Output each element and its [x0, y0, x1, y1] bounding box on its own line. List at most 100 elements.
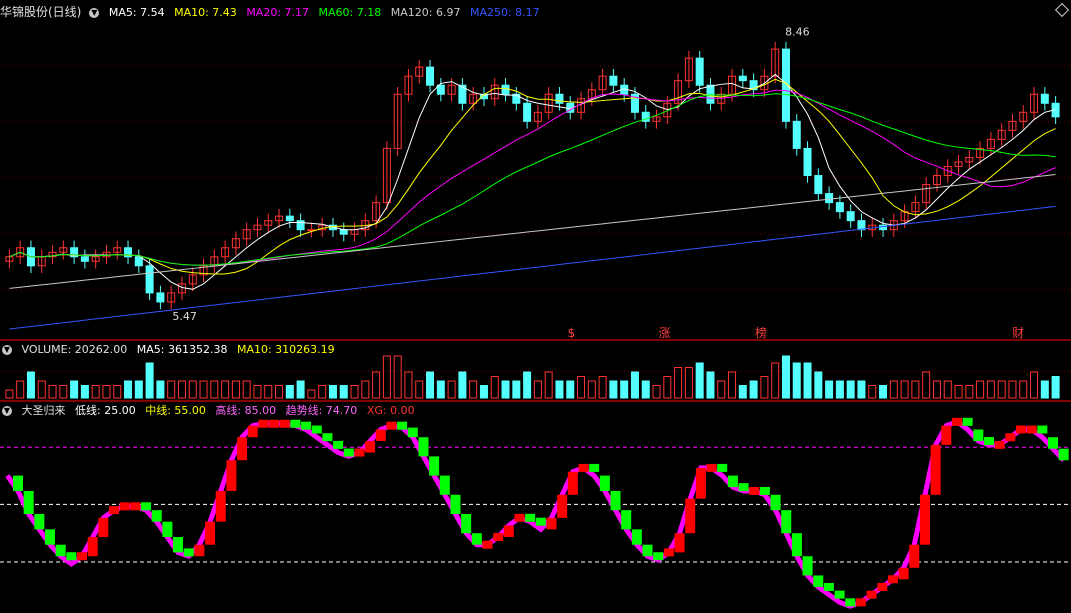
volume-bar: [630, 371, 639, 399]
volume-bar: [231, 380, 240, 399]
volume-info-bar: ▼ VOLUME: 20262.00 MA5: 361352.38 MA10: …: [0, 342, 341, 358]
indicator-bar: [55, 544, 66, 557]
candle-body: [846, 211, 855, 222]
volume-bar: [48, 385, 57, 399]
indicator-bar: [482, 540, 493, 549]
indicator-bar: [919, 494, 930, 545]
chevron-down-icon[interactable]: ▼: [89, 8, 100, 18]
indicator-bar: [119, 502, 130, 511]
candle-body: [825, 193, 834, 204]
indicator-bar: [738, 483, 749, 492]
indicator-bar: [781, 510, 792, 534]
candle-body: [857, 220, 866, 231]
volume-bar: [469, 380, 478, 399]
volume-bar: [91, 385, 100, 399]
volume-bar: [825, 380, 834, 399]
volume-bar: [436, 380, 445, 399]
volume-bar: [879, 385, 888, 399]
ma5-line: [9, 73, 1056, 290]
indicator-bar: [1026, 425, 1037, 434]
indicator-bar: [311, 425, 322, 434]
chevron-down-icon[interactable]: ▼: [2, 406, 12, 416]
volume-bar: [911, 380, 920, 399]
mid-line-label: 中线: 55.00: [145, 404, 206, 417]
indicator-bar: [557, 494, 568, 518]
indicator-bar: [269, 419, 280, 428]
indicator-bar: [887, 575, 898, 584]
indicator-bar: [973, 429, 984, 442]
volume-bar: [641, 380, 650, 399]
indicator-bar: [279, 419, 290, 428]
indicator-bar: [898, 567, 909, 580]
volume-bar: [523, 371, 532, 399]
volume-bar: [652, 385, 661, 399]
indicator-bar: [1047, 437, 1058, 449]
indicator-bar: [429, 456, 440, 476]
indicator-bar: [727, 475, 738, 488]
indicator-bar: [983, 437, 994, 446]
indicator-bar: [1015, 425, 1026, 434]
indicator-bar: [365, 441, 376, 453]
volume-bar: [533, 380, 542, 399]
indicator-bar: [930, 444, 941, 495]
indicator-bar: [962, 417, 973, 426]
ma10-label: MA10: 7.43: [174, 6, 237, 19]
indicator-bar: [909, 544, 920, 568]
indicator-bar: [503, 525, 514, 538]
volume-bar: [210, 380, 219, 399]
volume-bar: [221, 380, 230, 399]
ma120-label: MA120: 6.97: [390, 6, 461, 19]
chart-canvas: 8.46 5.47 $ 涨 榜 财: [0, 26, 1071, 609]
indicator-bar: [34, 514, 45, 530]
volume-bar: [868, 385, 877, 399]
volume-bar: [188, 380, 197, 399]
indicator-bar: [151, 510, 162, 522]
stock-title[interactable]: 华锦股份(日线): [0, 5, 81, 19]
indicator-bar: [205, 521, 216, 545]
indicator-bar: [855, 598, 866, 607]
volume-bar: [404, 371, 413, 399]
indicator-bar: [418, 437, 429, 457]
volume-bar: [544, 371, 553, 399]
ma250-line: [9, 205, 1056, 330]
volume-bar: [717, 380, 726, 399]
indicator-bar: [87, 537, 98, 557]
ma5-label: MA5: 7.54: [108, 6, 165, 19]
ma250-label: MA250: 8.17: [469, 6, 540, 19]
candle-body: [738, 75, 747, 82]
chevron-down-icon[interactable]: ▼: [2, 345, 12, 355]
volume-bar: [760, 376, 769, 399]
indicator-bar: [866, 590, 877, 599]
indicator-bar: [823, 582, 834, 591]
volume-label: VOLUME: 20262.00: [21, 343, 128, 356]
indicator-bar: [546, 517, 557, 530]
indicator-bar: [717, 463, 728, 472]
volume-bar: [749, 380, 758, 399]
high-line-label: 高线: 85.00: [215, 404, 277, 417]
indicator-bar: [653, 552, 664, 561]
volume-bar: [555, 380, 564, 399]
candle-body: [609, 75, 618, 86]
indicator-bar: [471, 533, 482, 545]
indicator-title: 大圣归来: [21, 404, 66, 417]
indicator-bar: [13, 475, 24, 491]
volume-bar: [156, 380, 165, 399]
volume-bar: [706, 371, 715, 399]
volume-bar: [1030, 371, 1039, 399]
volume-bar: [1008, 380, 1017, 399]
volume-bar: [447, 380, 456, 399]
indicator-bar: [141, 502, 152, 511]
indicator-bar: [23, 490, 34, 514]
volume-bar: [426, 371, 435, 399]
volume-bar: [932, 380, 941, 399]
candle-body: [792, 120, 801, 149]
indicator-bar: [951, 417, 962, 426]
candle-body: [426, 66, 435, 86]
volume-bar: [1019, 380, 1028, 399]
indicator-bar: [695, 467, 706, 499]
volume-bar: [167, 380, 176, 399]
volume-bar: [512, 380, 521, 399]
indicator-bar: [1058, 448, 1069, 461]
indicator-bar: [407, 427, 418, 438]
indicator-bar: [183, 548, 194, 557]
